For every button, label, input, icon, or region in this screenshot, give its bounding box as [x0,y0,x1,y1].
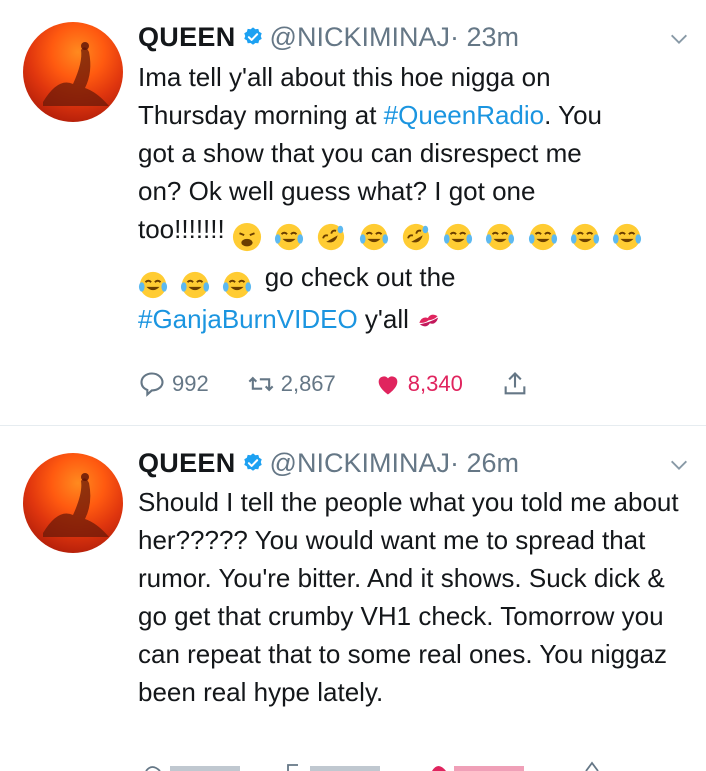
hashtag-link[interactable]: #GanjaBurnVIDEO [138,304,358,334]
verified-badge-icon [243,453,262,471]
kiss-mark-emoji [419,314,439,327]
reply-count: 992 [172,371,209,396]
timestamp[interactable]: · 26m [450,448,519,478]
weary-face-emoji [232,223,261,252]
tears-of-joy-emoji [181,272,210,299]
like-button[interactable]: 8,340 [374,370,463,398]
handle[interactable]: @NICKIMINAJ [270,22,450,52]
tweet-header: QUEEN @NICKIMINAJ· 26m [138,444,519,482]
like-count: 8,340 [407,371,463,396]
tweet-header: QUEEN @NICKIMINAJ· 23m [138,18,519,56]
avatar[interactable] [23,22,123,122]
tweet-line: #GanjaBurnVIDEO y'all [138,300,698,338]
emoji-row [232,216,647,254]
timestamp[interactable]: · 23m [450,22,519,52]
tears-of-joy-emoji [275,224,304,251]
retweet-button[interactable]: 2,867 [247,370,336,398]
hashtag-link[interactable]: #QueenRadio [384,100,544,130]
tweet-actions [138,759,698,771]
tweet-line: go check out the [138,258,698,300]
tweet-line: Thursday morning at #QueenRadio. You [138,96,698,134]
tweet-text-segment: too!!!!!!! [138,214,232,244]
chevron-down-icon[interactable] [668,454,690,476]
partial-action-icons [145,761,599,771]
tweet-line: Ima tell y'all about this hoe nigga on [138,62,551,92]
share-button[interactable] [501,370,535,398]
tears-of-joy-emoji [528,224,557,251]
rofl-emoji [402,224,429,251]
tweet-text-segment: . You [544,100,602,130]
tweet-text-segment: y'all [357,304,417,334]
tweet-actions: 992 2,867 8,340 [138,370,573,398]
retweet-icon [248,376,274,392]
tears-of-joy-emoji [223,272,252,299]
tears-of-joy-emoji [444,224,473,251]
tweet-line: too!!!!!!! [138,210,698,258]
tweet[interactable]: QUEEN @NICKIMINAJ· 23m Ima tell y'all abo… [0,0,706,426]
tears-of-joy-emoji [570,224,599,251]
retweet-count: 2,867 [280,371,336,396]
tweet-text: Should I tell the people what you told m… [138,487,679,707]
tweet[interactable]: QUEEN @NICKIMINAJ· 26m Should I tell the … [0,426,706,771]
tears-of-joy-emoji [138,272,168,299]
tears-of-joy-emoji [486,224,515,251]
reply-button[interactable]: 992 [138,370,209,398]
heart-icon [378,376,398,395]
tweet-line: on? Ok well guess what? I got one [138,176,536,206]
tweet-text-segment: Thursday morning at [138,100,384,130]
emoji-row [138,264,257,302]
share-icon [504,372,526,395]
verified-badge-icon [243,27,262,45]
display-name[interactable]: QUEEN [138,448,236,478]
tweet-text: Ima tell y'all about this hoe nigga on T… [138,58,698,338]
reply-icon [140,372,164,397]
tears-of-joy-emoji [612,224,642,251]
tweet-line: got a show that you can disrespect me [138,138,582,168]
display-name[interactable]: QUEEN [138,22,236,52]
avatar[interactable] [23,453,123,553]
tweet-text-segment: go check out the [257,262,456,292]
rofl-emoji [318,224,345,251]
handle[interactable]: @NICKIMINAJ [270,448,450,478]
tears-of-joy-emoji [359,224,388,251]
chevron-down-icon[interactable] [668,28,690,50]
